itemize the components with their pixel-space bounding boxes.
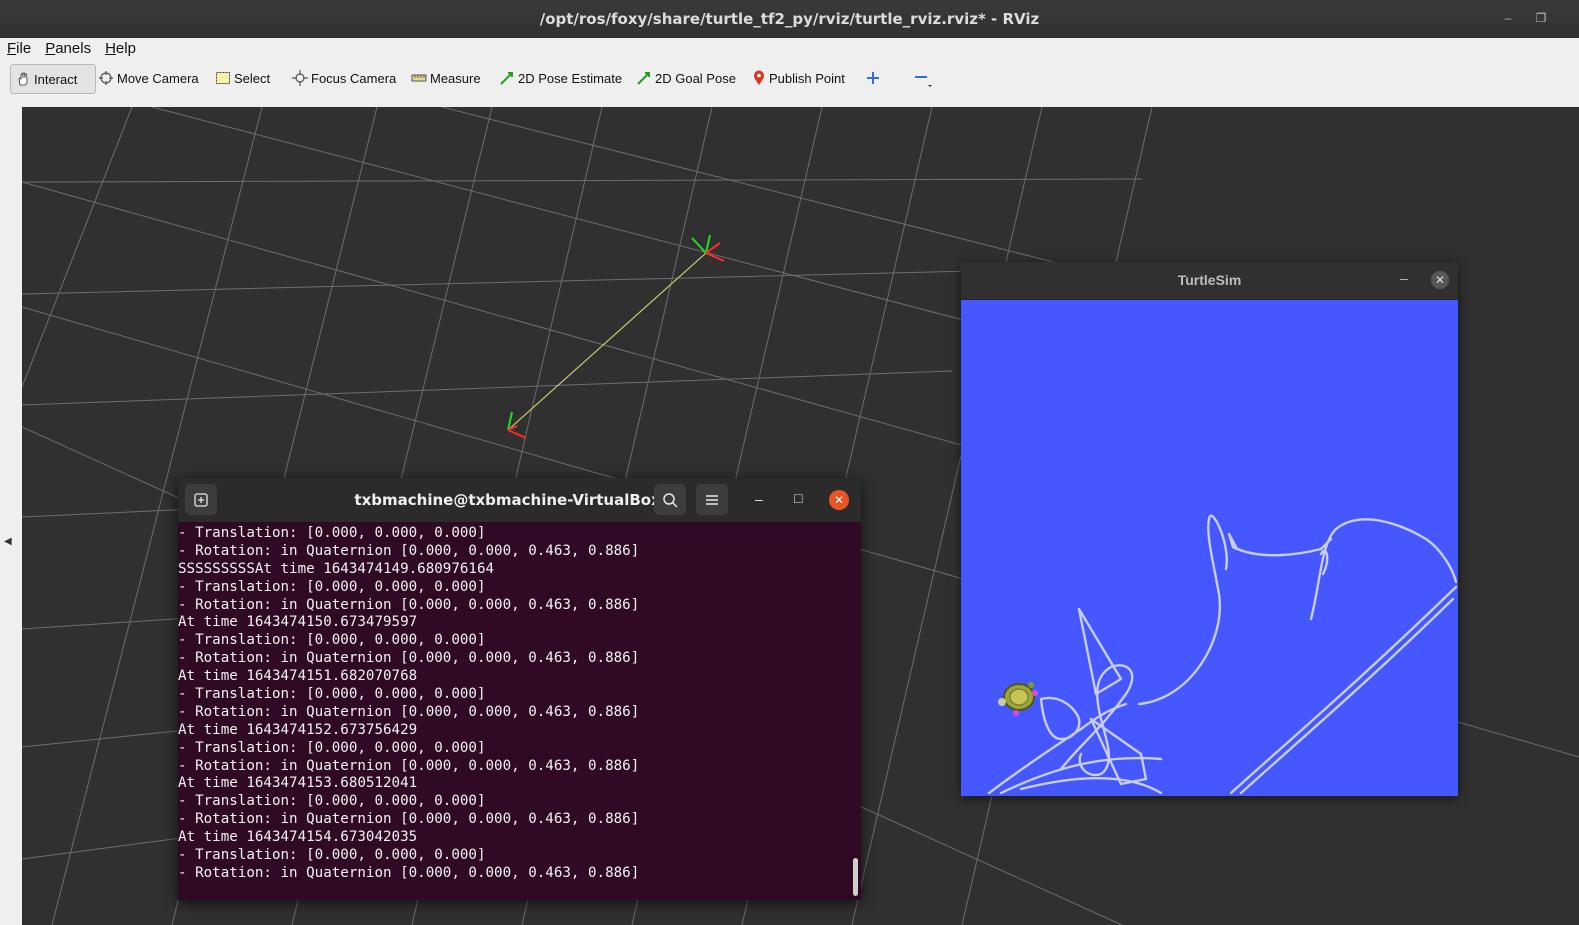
terminal-line: - Rotation: in Quaternion [0.000, 0.000,… <box>178 811 640 828</box>
terminal-maximize-icon[interactable]: □ <box>794 490 802 506</box>
search-icon <box>663 492 678 508</box>
ruler-icon <box>411 74 427 82</box>
terminal-line: - Translation: [0.000, 0.000, 0.000] <box>178 632 486 649</box>
window-title: /opt/ros/foxy/share/turtle_tf2_py/rviz/t… <box>539 10 1040 28</box>
expand-panel-arrow-icon[interactable]: ◀ <box>4 536 12 547</box>
tf-frame-turtle1 <box>691 234 725 262</box>
terminal-scrollbar[interactable] <box>853 858 858 896</box>
menu-panels[interactable]: Panels <box>38 38 98 57</box>
focus-camera-icon <box>292 70 308 86</box>
turtlesim-close-icon[interactable]: ✕ <box>1431 271 1449 289</box>
terminal-line: - Rotation: in Quaternion [0.000, 0.000,… <box>178 650 640 667</box>
terminal-headerbar: txbmachine@txbmachine-VirtualBox: ~ – □ … <box>178 478 861 522</box>
2d-pose-estimate-button[interactable]: 2D Pose Estimate <box>499 64 622 92</box>
restore-icon[interactable]: ❐ <box>1533 10 1549 26</box>
publish-point-button[interactable]: Publish Point <box>752 64 845 92</box>
terminal-line: At time 1643474150.673479597 <box>178 614 418 631</box>
minus-icon <box>915 76 932 87</box>
turtlesim-canvas <box>987 514 1458 795</box>
move-camera-button[interactable]: Move Camera <box>98 64 199 92</box>
map-pin-icon <box>754 70 764 85</box>
terminal-line: - Translation: [0.000, 0.000, 0.000] <box>178 793 486 810</box>
terminal-line: At time 1643474151.682070768 <box>178 668 418 685</box>
move-camera-label: Move Camera <box>117 70 199 86</box>
select-label: Select <box>234 70 271 86</box>
terminal-line: SSSSSSSSSAt time 1643474149.680976164 <box>178 560 495 577</box>
terminal-line: - Translation: [0.000, 0.000, 0.000] <box>178 578 486 595</box>
turtle-trail <box>987 514 1458 795</box>
viewport-frame <box>22 98 1579 107</box>
plus-icon <box>867 72 879 84</box>
terminal-search-button[interactable] <box>654 484 686 515</box>
terminal-output[interactable]: - Translation: [0.000, 0.000, 0.000] - Ro… <box>178 525 848 895</box>
2d-pose-estimate-label: 2D Pose Estimate <box>518 70 623 86</box>
measure-label: Measure <box>430 70 481 86</box>
2d-goal-pose-label: 2D Goal Pose <box>655 70 736 86</box>
minimize-icon[interactable]: – <box>1500 10 1516 26</box>
2d-goal-pose-button[interactable]: 2D Goal Pose <box>636 64 736 92</box>
goal-arrow-icon <box>637 72 650 85</box>
pose-arrow-icon <box>500 72 513 85</box>
window-titlebar: /opt/ros/foxy/share/turtle_tf2_py/rviz/t… <box>0 0 1579 38</box>
terminal-line: At time 1643474152.673756429 <box>178 721 418 738</box>
hamburger-menu-icon <box>706 494 718 505</box>
interact-label: Interact <box>34 71 78 87</box>
add-tool-button[interactable] <box>866 64 883 92</box>
collapsed-left-panel[interactable]: ◀ <box>0 98 22 925</box>
terminal-line: - Rotation: in Quaternion [0.000, 0.000,… <box>178 864 640 881</box>
move-camera-icon <box>99 71 113 85</box>
menu-bar: File Panels Help <box>0 38 1579 61</box>
grid-line <box>22 370 953 406</box>
interact-tool-button[interactable]: Interact <box>10 64 97 94</box>
grid-line <box>22 107 133 388</box>
terminal-line: - Translation: [0.000, 0.000, 0.000] <box>178 686 486 703</box>
select-icon <box>216 72 230 84</box>
remove-tool-button[interactable] <box>913 64 936 92</box>
turtlesim-titlebar: TurtleSim – ✕ <box>961 262 1458 300</box>
select-tool-button[interactable]: Select <box>215 64 270 92</box>
terminal-line: At time 1643474153.680512041 <box>178 775 418 792</box>
terminal-line: - Rotation: in Quaternion [0.000, 0.000,… <box>178 542 640 559</box>
menu-help[interactable]: Help <box>98 38 143 57</box>
turtlesim-window: TurtleSim – ✕ <box>961 262 1458 796</box>
terminal-close-icon[interactable]: ✕ <box>829 490 849 510</box>
grid-line <box>22 178 1143 183</box>
measure-tool-button[interactable]: Measure <box>411 64 481 92</box>
grid-line <box>22 268 1058 295</box>
focus-camera-label: Focus Camera <box>311 70 397 86</box>
grid-line <box>441 107 1153 288</box>
hand-icon <box>18 72 28 86</box>
terminal-line: - Rotation: in Quaternion [0.000, 0.000,… <box>178 703 640 720</box>
terminal-line: At time 1643474154.673042035 <box>178 829 418 846</box>
terminal-menu-button[interactable] <box>696 484 728 515</box>
terminal-line: - Rotation: in Quaternion [0.000, 0.000,… <box>178 596 640 613</box>
terminal-minimize-icon[interactable]: – <box>755 491 763 507</box>
focus-camera-button[interactable]: Focus Camera <box>292 64 396 92</box>
terminal-line: - Rotation: in Quaternion [0.000, 0.000,… <box>178 757 640 774</box>
turtle-sprite <box>998 682 1038 716</box>
tool-toolbar: Interact Move Camera Select Focus Camera… <box>0 60 1579 99</box>
publish-point-label: Publish Point <box>769 70 845 86</box>
terminal-line: - Translation: [0.000, 0.000, 0.000] <box>178 739 486 756</box>
turtlesim-title: TurtleSim <box>1177 272 1242 288</box>
menu-file[interactable]: File <box>0 38 38 57</box>
turtlesim-minimize-icon[interactable]: – <box>1400 270 1408 286</box>
terminal-window: txbmachine@txbmachine-VirtualBox: ~ – □ … <box>178 478 861 900</box>
grid-line <box>22 181 1023 463</box>
terminal-line: - Translation: [0.000, 0.000, 0.000] <box>178 847 486 864</box>
terminal-line: - Translation: [0.000, 0.000, 0.000] <box>178 525 486 541</box>
